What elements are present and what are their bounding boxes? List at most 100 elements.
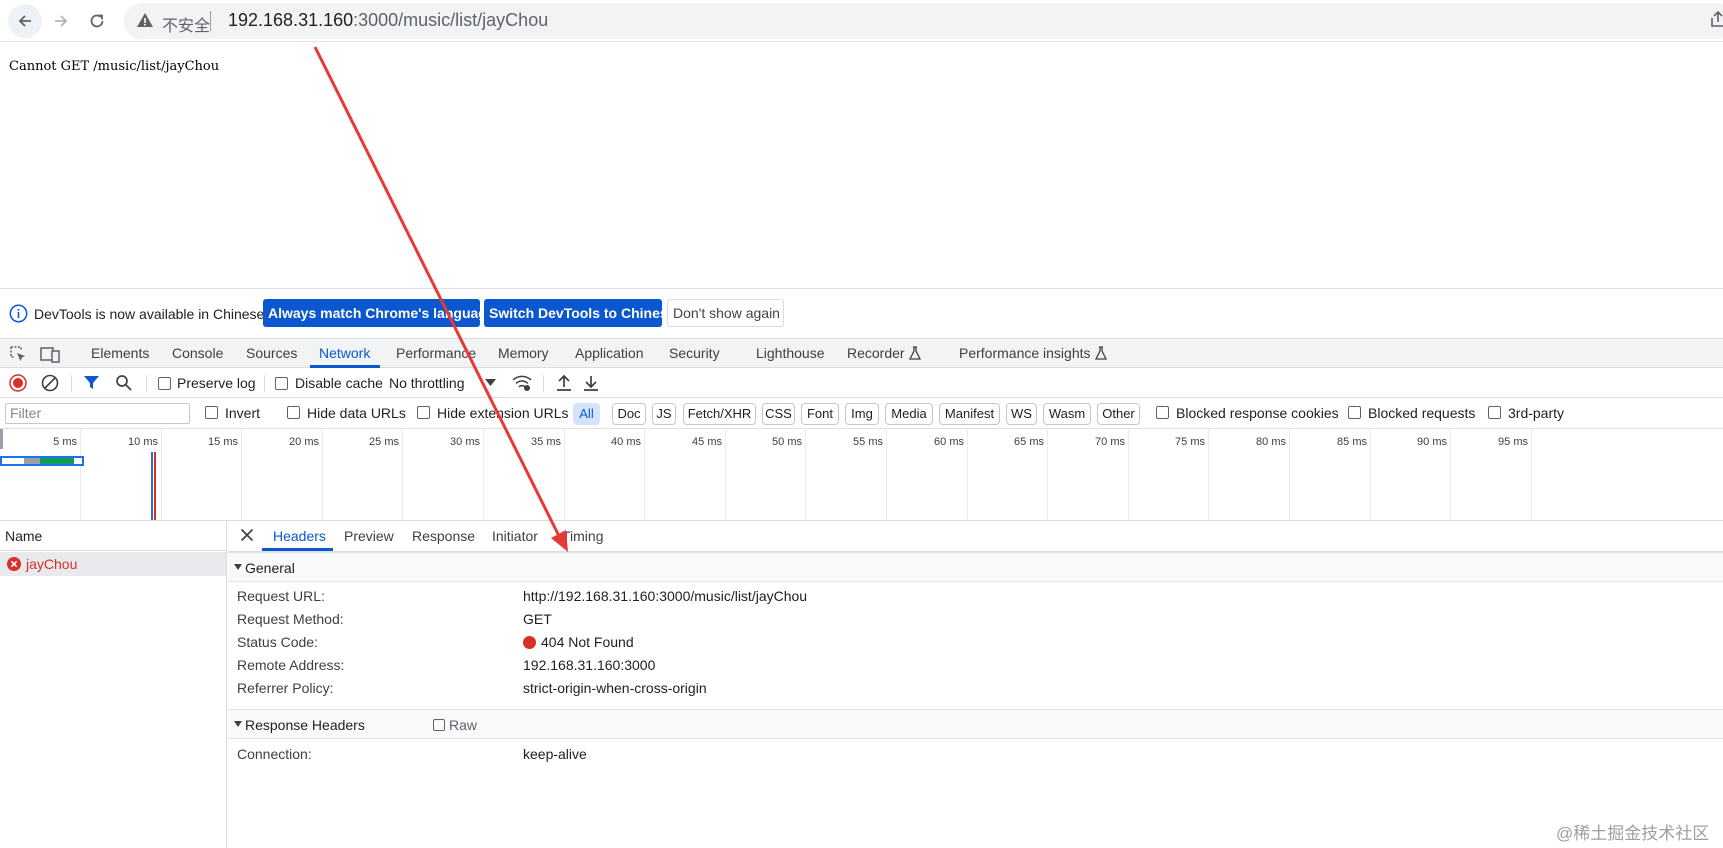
back-button[interactable] <box>8 4 42 38</box>
blocked-requests-checkbox[interactable] <box>1348 406 1361 419</box>
chevron-down-icon[interactable] <box>485 379 496 387</box>
response-headers-section-header[interactable]: Response Headers Raw <box>228 709 1723 739</box>
import-har-icon[interactable] <box>556 374 572 392</box>
tab-security[interactable]: Security <box>669 345 720 361</box>
address-bar[interactable]: 不安全 192.168.31.160:3000/music/list/jayCh… <box>124 3 1723 39</box>
timeline-tick-label: 65 ms <box>1014 436 1044 448</box>
device-toolbar-icon[interactable] <box>40 345 60 363</box>
inspect-element-icon[interactable] <box>9 345 27 363</box>
close-icon[interactable] <box>240 528 254 542</box>
url-text[interactable]: 192.168.31.160:3000/music/list/jayChou <box>228 10 548 31</box>
timeline-gridline <box>564 429 565 520</box>
tab-console[interactable]: Console <box>172 345 223 361</box>
network-conditions-icon[interactable] <box>512 374 532 392</box>
info-icon <box>9 304 28 323</box>
type-filter-wasm[interactable]: Wasm <box>1043 403 1091 425</box>
not-secure-label[interactable]: 不安全 <box>162 12 210 36</box>
dont-show-again-button[interactable]: Don't show again <box>667 299 784 327</box>
browser-toolbar: 不安全 192.168.31.160:3000/music/list/jayCh… <box>0 0 1723 42</box>
timeline-tick-label: 75 ms <box>1175 436 1205 448</box>
network-toolbar: Preserve log Disable cache No throttling <box>0 369 1723 398</box>
tab-preview[interactable]: Preview <box>344 528 394 544</box>
hide-data-urls-checkbox[interactable] <box>287 406 300 419</box>
status-code-text: 404 Not Found <box>541 634 634 650</box>
timeline-tick-label: 35 ms <box>531 436 561 448</box>
forward-button[interactable] <box>44 4 78 38</box>
request-row[interactable]: jayChou <box>0 552 226 576</box>
arrow-left-icon <box>18 15 31 27</box>
timeline-tick-label: 5 ms <box>53 436 77 448</box>
tab-sources[interactable]: Sources <box>246 345 297 361</box>
blocked-response-cookies-checkbox[interactable] <box>1156 406 1169 419</box>
type-filter-js[interactable]: JS <box>652 403 676 425</box>
request-name[interactable]: jayChou <box>26 556 77 572</box>
remote-address-value: 192.168.31.160:3000 <box>523 657 656 673</box>
reload-button[interactable] <box>80 4 114 38</box>
type-filter-doc[interactable]: Doc <box>612 403 646 425</box>
filter-icon[interactable] <box>83 374 100 391</box>
omnibox-divider <box>210 11 211 31</box>
type-filter-css[interactable]: CSS <box>762 403 795 425</box>
tab-application[interactable]: Application <box>575 345 644 361</box>
tab-recorder[interactable]: Recorder <box>847 345 921 361</box>
share-icon[interactable] <box>1710 10 1723 28</box>
name-column-header[interactable]: Name <box>5 528 42 544</box>
tab-timing[interactable]: Timing <box>562 528 604 544</box>
timeline-tick-label: 90 ms <box>1417 436 1447 448</box>
tab-performance[interactable]: Performance <box>396 345 476 361</box>
timeline-gridline <box>483 429 484 520</box>
filter-input[interactable]: Filter <box>5 403 190 424</box>
invert-checkbox[interactable] <box>205 406 218 419</box>
tab-lighthouse[interactable]: Lighthouse <box>756 345 825 361</box>
disable-cache-checkbox[interactable] <box>275 377 288 390</box>
blocked-response-cookies-label[interactable]: Blocked response cookies <box>1176 405 1339 421</box>
tab-headers[interactable]: Headers <box>273 528 326 544</box>
third-party-checkbox[interactable] <box>1488 406 1501 419</box>
type-filter-all[interactable]: All <box>573 403 600 425</box>
throttling-select[interactable]: No throttling <box>389 375 464 391</box>
invert-label[interactable]: Invert <box>225 405 260 421</box>
preserve-log-label[interactable]: Preserve log <box>177 375 256 391</box>
connection-key: Connection: <box>237 746 312 762</box>
raw-checkbox[interactable] <box>433 719 445 731</box>
blocked-requests-label[interactable]: Blocked requests <box>1368 405 1475 421</box>
timeline-tick-label: 45 ms <box>692 436 722 448</box>
raw-label[interactable]: Raw <box>449 717 477 733</box>
type-filter-ws[interactable]: WS <box>1006 403 1037 425</box>
type-filter-manifest[interactable]: Manifest <box>939 403 1000 425</box>
status-code-key: Status Code: <box>237 634 318 650</box>
tab-memory[interactable]: Memory <box>498 345 549 361</box>
timeline-gridline <box>402 429 403 520</box>
type-filter-font[interactable]: Font <box>801 403 839 425</box>
hide-extension-urls-label[interactable]: Hide extension URLs <box>437 405 569 421</box>
tab-network[interactable]: Network <box>319 345 370 361</box>
always-match-language-button[interactable]: Always match Chrome's language <box>263 299 495 327</box>
stop-recording-icon[interactable] <box>9 374 27 392</box>
tab-initiator[interactable]: Initiator <box>492 528 538 544</box>
hide-extension-urls-checkbox[interactable] <box>417 406 430 419</box>
requests-list-header[interactable]: Name <box>0 521 227 551</box>
timeline-gridline <box>1531 429 1532 520</box>
switch-to-chinese-button[interactable]: Switch DevTools to Chinese <box>484 299 675 327</box>
hide-data-urls-label[interactable]: Hide data URLs <box>307 405 406 421</box>
disable-cache-label[interactable]: Disable cache <box>295 375 383 391</box>
active-tab-indicator <box>310 365 380 368</box>
type-filter-media[interactable]: Media <box>885 403 933 425</box>
search-icon[interactable] <box>115 374 133 392</box>
tab-elements[interactable]: Elements <box>91 345 149 361</box>
timeline-gridline <box>161 429 162 520</box>
network-overview-timeline[interactable]: 5 ms 10 ms 15 ms 20 ms 25 ms 30 ms 35 ms 40 ms 4… <box>0 429 1723 521</box>
third-party-label[interactable]: 3rd-party <box>1508 405 1564 421</box>
clear-icon[interactable] <box>41 374 59 392</box>
type-filter-other[interactable]: Other <box>1097 403 1140 425</box>
type-filter-img[interactable]: Img <box>845 403 879 425</box>
timeline-gridline <box>1289 429 1290 520</box>
type-filter-fetch-xhr[interactable]: Fetch/XHR <box>683 403 756 425</box>
preserve-log-checkbox[interactable] <box>158 377 171 390</box>
general-section-header[interactable]: General <box>228 552 1723 582</box>
tab-performance-insights[interactable]: Performance insights <box>959 345 1107 361</box>
export-har-icon[interactable] <box>583 374 599 392</box>
status-error-dot <box>523 636 536 649</box>
timeline-tick-label: 95 ms <box>1498 436 1528 448</box>
tab-response[interactable]: Response <box>412 528 475 544</box>
